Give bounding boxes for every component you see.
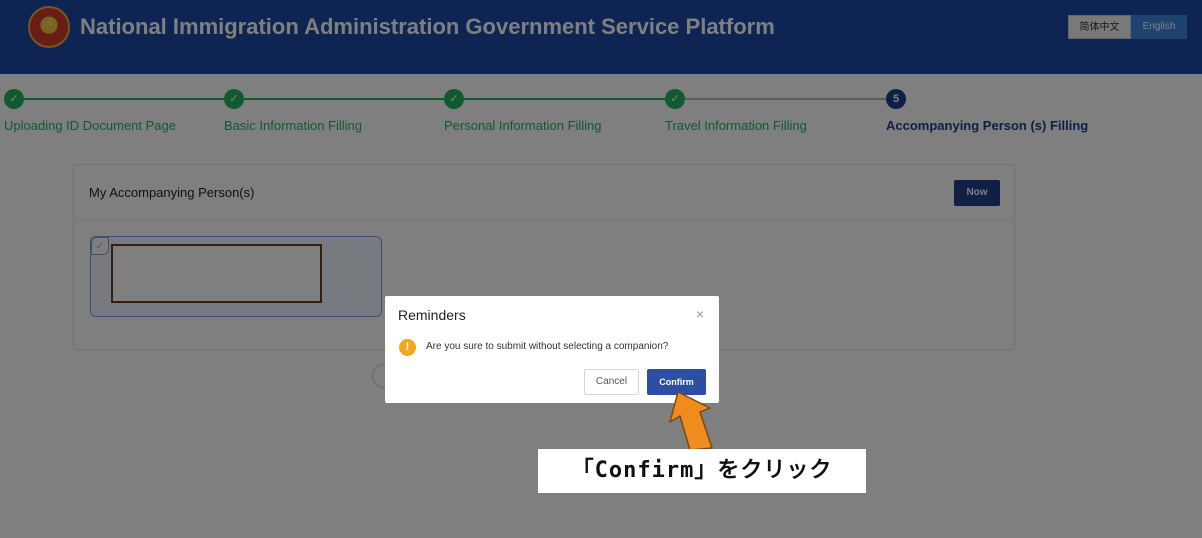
instruction-caption: 「Confirm」をクリック	[571, 458, 833, 483]
dialog-message: Are you sure to submit without selecting…	[426, 341, 669, 352]
close-icon[interactable]: ×	[693, 307, 707, 321]
dialog-title: Reminders	[398, 307, 466, 323]
warning-icon: !	[399, 339, 416, 356]
cancel-button[interactable]: Cancel	[584, 369, 639, 395]
instruction-caption-box: 「Confirm」をクリック	[538, 449, 866, 493]
reminder-dialog: Reminders × ! Are you sure to submit wit…	[385, 296, 719, 403]
arrow-up-left-icon	[669, 391, 713, 451]
